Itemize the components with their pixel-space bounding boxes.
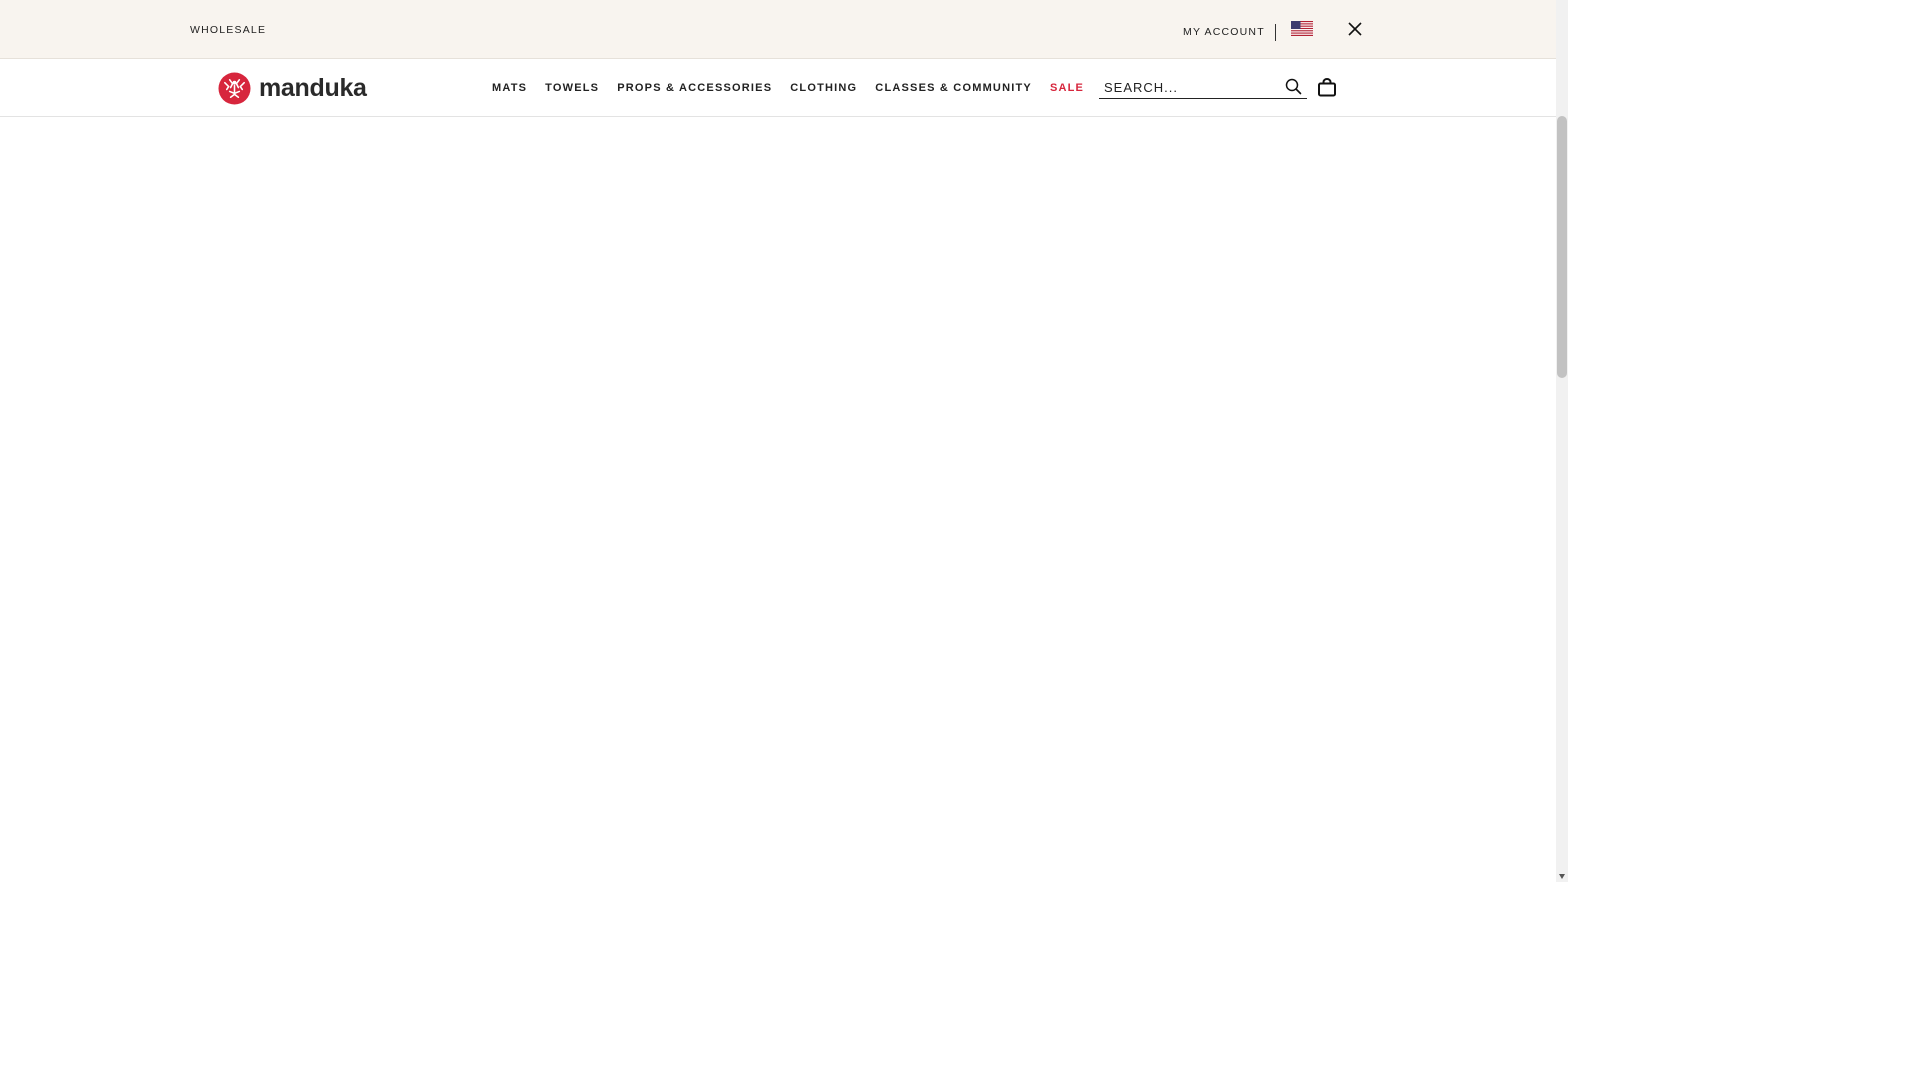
us-flag-icon[interactable] [1291, 21, 1313, 36]
manduka-logo[interactable]: manduka [218, 71, 367, 105]
nav-item-props-accessories[interactable]: PROPS & ACCESSORIES [617, 82, 772, 94]
shopping-bag-icon[interactable] [1317, 78, 1337, 98]
main-content [0, 117, 1556, 882]
logo-wordmark: manduka [259, 73, 367, 102]
search-input[interactable] [1104, 78, 1279, 96]
nav-item-clothing[interactable]: CLOTHING [790, 82, 857, 94]
scrollbar-thumb[interactable] [1557, 116, 1567, 378]
search-bar [1099, 76, 1307, 99]
nav-item-mats[interactable]: MATS [492, 82, 527, 94]
nav-item-classes-community[interactable]: CLASSES & COMMUNITY [875, 82, 1032, 94]
main-header: manduka MATS TOWELS PROPS & ACCESSORIES … [0, 59, 1556, 117]
utility-bar: WHOLESALE MY ACCOUNT [0, 0, 1556, 59]
manduka-logo-icon [218, 71, 251, 105]
wholesale-link[interactable]: WHOLESALE [190, 24, 266, 36]
close-icon[interactable] [1346, 20, 1364, 38]
search-icon[interactable] [1285, 78, 1302, 95]
scroll-down-arrow-icon[interactable] [1559, 874, 1565, 879]
utility-divider [1275, 24, 1276, 41]
my-account-link[interactable]: MY ACCOUNT [1183, 26, 1265, 38]
main-nav: MATS TOWELS PROPS & ACCESSORIES CLOTHING… [492, 82, 1102, 94]
page-scrollbar[interactable] [1556, 0, 1568, 882]
nav-item-towels[interactable]: TOWELS [545, 82, 599, 94]
nav-item-sale[interactable]: SALE [1050, 82, 1084, 94]
page: WHOLESALE MY ACCOUNT manduka MATS TOWELS… [0, 0, 1556, 882]
